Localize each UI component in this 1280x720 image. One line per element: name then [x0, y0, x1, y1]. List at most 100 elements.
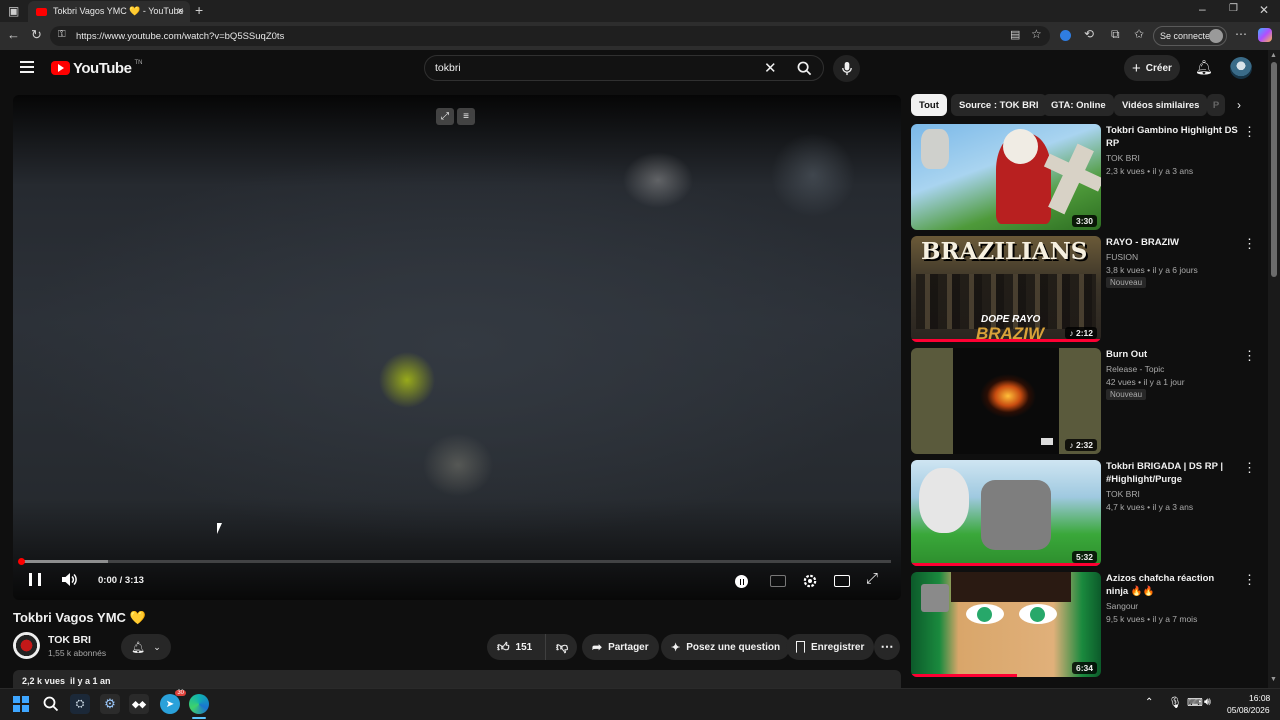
settings-app-icon[interactable]: ⚙ — [100, 694, 120, 714]
like-button[interactable]: 👍︎ 151 — [487, 634, 545, 660]
video-channel[interactable]: FUSION — [1106, 252, 1138, 262]
back-icon[interactable]: ← — [7, 27, 20, 42]
recommendation-card[interactable]: BRAZILIANS DOPE RAYO BRAZIW ♪ 2:12 RAYO … — [911, 236, 1261, 342]
reader-icon[interactable]: ▤ — [1010, 28, 1020, 41]
clear-search-icon[interactable]: ✕ — [764, 59, 777, 77]
progress-bar[interactable] — [18, 558, 891, 565]
video-thumbnail[interactable]: 3:30 — [911, 124, 1101, 230]
windows-start-icon[interactable] — [13, 696, 29, 712]
progress-scrubber[interactable] — [18, 558, 25, 565]
subtitles-icon[interactable] — [770, 575, 786, 587]
video-more-icon[interactable]: ⋮ — [1243, 236, 1256, 252]
youtube-logo[interactable]: YouTube TN — [51, 60, 143, 77]
tray-chevron-icon[interactable]: ⌃ — [1145, 697, 1153, 708]
recommendation-card[interactable]: 3:30 Tokbri Gambino Highlight DS RP TOK … — [911, 124, 1261, 230]
channel-name[interactable]: TOK BRI — [48, 634, 91, 646]
volume-icon[interactable] — [61, 572, 78, 587]
video-title[interactable]: Burn Out — [1106, 348, 1238, 361]
video-thumbnail[interactable]: BRAZILIANS DOPE RAYO BRAZIW ♪ 2:12 — [911, 236, 1101, 342]
video-more-icon[interactable]: ⋮ — [1243, 572, 1256, 588]
bell-icon: 🔔︎ — [131, 641, 146, 654]
new-tab-icon[interactable]: + — [195, 2, 203, 18]
tray-network-icon[interactable]: ⌨ — [1187, 696, 1203, 709]
recommendation-card[interactable]: ♪ 2:32 Burn Out Release - Topic 42 vues … — [911, 348, 1261, 454]
video-thumbnail[interactable]: ♪ 2:32 — [911, 348, 1101, 454]
search-input[interactable]: tokbri ✕ — [424, 55, 824, 81]
epic-games-icon[interactable]: ◆◆ — [129, 694, 149, 714]
share-button[interactable]: ➦ Partager — [582, 634, 659, 660]
search-button[interactable] — [784, 55, 824, 81]
tab-actions-icon[interactable]: ▣ — [8, 4, 19, 18]
save-button[interactable]: Enregistrer — [786, 634, 875, 660]
playlist-button[interactable]: ≡ — [457, 108, 475, 125]
video-more-icon[interactable]: ⋮ — [1243, 124, 1256, 140]
autoplay-toggle[interactable] — [735, 575, 748, 588]
country-code: TN — [134, 60, 143, 66]
microphone-icon — [841, 61, 852, 76]
video-title[interactable]: Azizos chafcha réaction ninja 🔥🔥 — [1106, 572, 1238, 598]
taskbar-clock-time[interactable]: 16:08 — [1249, 693, 1270, 703]
tray-volume-icon[interactable]: 🔊︎ — [1204, 696, 1211, 709]
refresh-icon[interactable]: ↻ — [31, 27, 42, 43]
telegram-icon[interactable]: ➤ 30 — [160, 690, 186, 714]
minimize-icon[interactable]: – — [1199, 2, 1206, 16]
settings-gear-icon[interactable] — [802, 573, 818, 589]
recommendation-card[interactable]: 6:34 Azizos chafcha réaction ninja 🔥🔥 Sa… — [911, 572, 1261, 677]
chip-similar-videos[interactable]: Vidéos similaires — [1114, 94, 1208, 116]
fullscreen-icon[interactable]: ⤢ — [866, 570, 878, 587]
account-avatar[interactable] — [1230, 57, 1252, 79]
close-tab-icon[interactable]: ✕ — [176, 6, 184, 17]
channel-avatar[interactable] — [13, 632, 40, 659]
signin-button[interactable]: Se connecter — [1153, 26, 1227, 46]
recommendation-card[interactable]: 5:32 Tokbri BRIGADA | DS RP | #Highlight… — [911, 460, 1261, 566]
hamburger-menu-icon[interactable] — [20, 61, 34, 73]
browser-tab[interactable]: Tokbri Vagos YMC 💛 - YouTube ✕ — [28, 1, 190, 22]
chip-all[interactable]: Tout — [911, 94, 947, 116]
video-more-icon[interactable]: ⋮ — [1243, 460, 1256, 476]
subscription-bell-button[interactable]: 🔔︎ ⌄ — [121, 634, 171, 660]
video-thumbnail[interactable]: 5:32 — [911, 460, 1101, 566]
more-actions-button[interactable]: ⋯ — [874, 634, 900, 660]
tray-mic-icon[interactable]: 🎙︎ — [1168, 696, 1182, 709]
voice-search-button[interactable] — [833, 55, 860, 82]
theater-mode-icon[interactable] — [834, 575, 850, 587]
video-channel[interactable]: TOK BRI — [1106, 153, 1140, 163]
site-info-icon[interactable]: ⚿ — [58, 29, 66, 40]
ask-question-button[interactable]: ✦ Posez une question — [661, 634, 791, 660]
video-player[interactable]: ⤢ ≡ 0:00 / 3:13 ⤢ — [13, 95, 901, 600]
video-title[interactable]: RAYO - BRAZIW — [1106, 236, 1238, 249]
favorite-star-icon[interactable]: ☆ — [1031, 27, 1042, 41]
url-field[interactable]: ⚿ https://www.youtube.com/watch?v=bQ5SSu… — [50, 26, 1050, 46]
description-box[interactable]: 2,2 k vues il y a 1 an — [13, 670, 901, 688]
sync-icon[interactable]: ⟲ — [1084, 27, 1094, 41]
steam-icon[interactable]: ⛭ — [70, 694, 90, 714]
chips-next-button[interactable]: › — [1226, 93, 1252, 117]
extension-icon[interactable] — [1060, 30, 1071, 41]
notifications-bell-icon[interactable]: 🔔︎ — [1195, 59, 1213, 76]
extensions-puzzle-icon[interactable]: ⧉ — [1111, 27, 1120, 42]
chip-gta-online[interactable]: GTA: Online — [1043, 94, 1114, 116]
maximize-icon[interactable]: ❐ — [1229, 3, 1238, 14]
video-title[interactable]: Tokbri BRIGADA | DS RP | #Highlight/Purg… — [1106, 460, 1238, 486]
video-thumbnail[interactable]: 6:34 — [911, 572, 1101, 677]
thumbs-down-icon: 👎︎ — [556, 639, 569, 654]
browser-menu-icon[interactable]: ⋯ — [1235, 27, 1247, 41]
dislike-button[interactable]: 👎︎ — [545, 634, 577, 660]
edge-browser-icon[interactable] — [189, 694, 209, 714]
video-channel[interactable]: Sangour — [1106, 601, 1138, 611]
pause-icon[interactable] — [29, 573, 41, 586]
video-channel[interactable]: TOK BRI — [1106, 489, 1140, 499]
miniplayer-button[interactable]: ⤢ — [436, 108, 454, 125]
taskbar-search-icon[interactable] — [43, 696, 59, 712]
taskbar-clock-date[interactable]: 05/08/2026 — [1227, 705, 1270, 715]
collections-icon[interactable]: ✩ — [1134, 27, 1144, 41]
close-window-icon[interactable]: ✕ — [1259, 3, 1269, 17]
video-title[interactable]: Tokbri Gambino Highlight DS RP — [1106, 124, 1238, 150]
page-scrollbar[interactable]: ▲ ▼ — [1268, 50, 1280, 688]
copilot-icon[interactable] — [1258, 28, 1272, 42]
chip-more[interactable]: P — [1207, 94, 1225, 116]
chip-source[interactable]: Source : TOK BRI — [951, 94, 1047, 116]
video-more-icon[interactable]: ⋮ — [1243, 348, 1256, 364]
video-channel[interactable]: Release - Topic — [1106, 364, 1164, 374]
create-button[interactable]: + Créer — [1124, 55, 1180, 81]
